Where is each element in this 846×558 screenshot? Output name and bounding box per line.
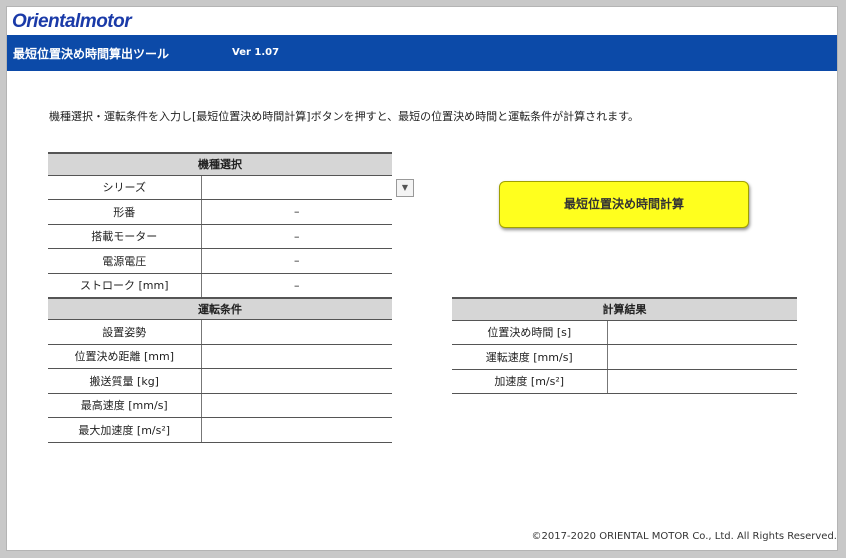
mass-label: 搬送質量 [kg] [48,368,202,394]
app-title: 最短位置決め時間算出ツール [13,47,170,61]
stroke-label: ストローク [mm] [48,273,202,298]
series-select[interactable] [201,175,392,200]
version-label: Ver 1.07 [232,47,280,58]
max-speed-input[interactable] [201,393,392,418]
series-label: シリーズ [48,175,202,200]
operating-conditions-header: 運転条件 [48,296,392,320]
distance-input[interactable] [201,344,392,369]
max-accel-label: 最大加速度 [m/s²] [48,417,202,443]
orientation-input[interactable] [201,319,392,345]
operating-speed-value [607,344,797,370]
max-accel-input[interactable] [201,417,392,443]
results-header: 計算結果 [452,297,797,321]
app-window: Orientalmotor 最短位置決め時間算出ツール Ver 1.07 機種選… [6,6,838,551]
positioning-time-label: 位置決め時間 [s] [452,320,608,345]
distance-label: 位置決め距離 [mm] [48,344,202,369]
max-speed-label: 最高速度 [mm/s] [48,393,202,418]
series-dropdown-button[interactable]: ▼ [396,179,414,197]
positioning-time-value [607,320,797,345]
motor-value: – [201,224,392,249]
chevron-down-icon: ▼ [401,183,409,192]
title-bar: 最短位置決め時間算出ツール Ver 1.07 [7,35,837,71]
input-table: 機種選択 シリーズ 形番 – 搭載モーター – 電源電圧 – ストローク [mm… [48,152,392,443]
results-table: 計算結果 位置決め時間 [s] 運転速度 [mm/s] 加速度 [m/s²] [452,297,797,394]
calculate-button[interactable]: 最短位置決め時間計算 [499,181,749,228]
model-value: – [201,199,392,225]
instruction-text: 機種選択・運転条件を入力し[最短位置決め時間計算]ボタンを押すと、最短の位置決め… [49,110,640,123]
acceleration-value [607,369,797,394]
acceleration-label: 加速度 [m/s²] [452,369,608,394]
motor-label: 搭載モーター [48,224,202,249]
voltage-value: – [201,248,392,274]
orientation-label: 設置姿勢 [48,319,202,345]
voltage-label: 電源電圧 [48,248,202,274]
model-selection-header: 機種選択 [48,152,392,176]
operating-speed-label: 運転速度 [mm/s] [452,344,608,370]
oriental-motor-logo: Orientalmotor [12,11,132,32]
mass-input[interactable] [201,368,392,394]
stroke-value: – [201,273,392,298]
model-label: 形番 [48,199,202,225]
copyright-text: ©2017-2020 ORIENTAL MOTOR Co., Ltd. All … [531,531,837,542]
